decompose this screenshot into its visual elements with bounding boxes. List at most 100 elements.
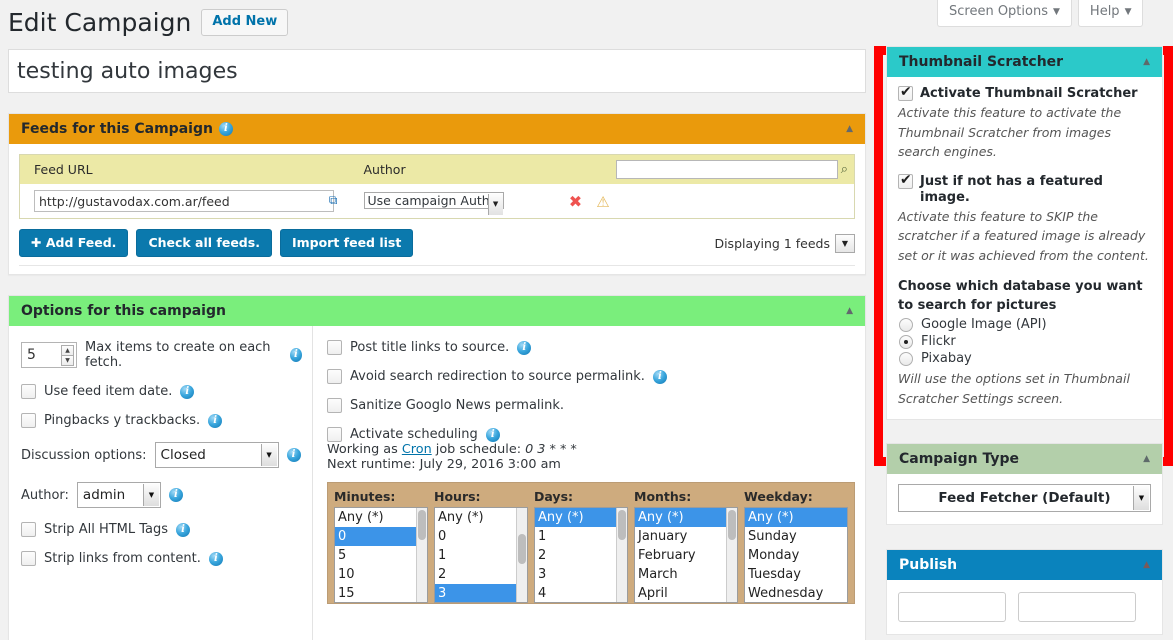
use-feed-item-date-checkbox[interactable]: [21, 384, 36, 399]
info-icon[interactable]: i: [208, 413, 223, 428]
info-icon[interactable]: i: [208, 551, 223, 566]
post-title-links-checkbox[interactable]: [327, 340, 342, 355]
scrollbar[interactable]: [516, 508, 527, 602]
radio-flickr[interactable]: [899, 334, 913, 349]
database-option-pixabay[interactable]: Pixabay: [899, 351, 1151, 366]
radio-google-image[interactable]: [899, 317, 913, 332]
list-item[interactable]: April: [635, 584, 737, 602]
activate-thumbnail-scratcher-row[interactable]: Activate Thumbnail Scratcher: [898, 84, 1151, 102]
stepper-up-icon[interactable]: ▲: [61, 345, 74, 355]
delete-feed-icon[interactable]: ✖: [569, 192, 582, 211]
list-item[interactable]: Any (*): [335, 508, 427, 527]
scrollbar[interactable]: [616, 508, 627, 602]
collapse-toggle-icon[interactable]: ▲: [1143, 560, 1150, 570]
stepper-down-icon[interactable]: ▼: [61, 355, 74, 366]
list-item[interactable]: 10: [335, 565, 427, 584]
thumbnail-scratcher-header[interactable]: Thumbnail Scratcher ▲: [887, 47, 1162, 77]
scrollbar-thumb[interactable]: [418, 510, 426, 540]
scrollbar[interactable]: [416, 508, 427, 602]
collapse-toggle-icon[interactable]: ▲: [846, 306, 853, 316]
info-icon[interactable]: i: [517, 340, 532, 355]
strip-html-checkbox[interactable]: [21, 522, 36, 537]
cron-days-list[interactable]: Any (*) 1 2 3 4: [534, 507, 628, 603]
feed-author-select[interactable]: Use campaign Author: [363, 192, 504, 209]
list-item[interactable]: 3: [535, 565, 627, 584]
publish-header[interactable]: Publish ▲: [887, 550, 1162, 580]
post-title-links-row[interactable]: Post title links to source. i: [327, 340, 855, 355]
info-icon[interactable]: i: [168, 488, 183, 502]
feed-url-input[interactable]: [34, 190, 334, 212]
external-link-icon[interactable]: ⧉: [329, 193, 338, 208]
list-item[interactable]: 5: [335, 546, 427, 565]
database-option-google[interactable]: Google Image (API): [899, 317, 1151, 332]
add-new-button[interactable]: Add New: [201, 9, 289, 36]
info-icon[interactable]: i: [652, 369, 667, 384]
search-icon[interactable]: ⌕: [841, 162, 848, 177]
list-item[interactable]: Any (*): [745, 508, 847, 527]
publish-action-button-right[interactable]: [1018, 592, 1136, 622]
list-item[interactable]: 0: [435, 527, 527, 546]
list-item[interactable]: 1: [535, 527, 627, 546]
cron-minutes-list[interactable]: Any (*) 0 5 10 15: [334, 507, 428, 603]
collapse-toggle-icon[interactable]: ▲: [1143, 454, 1150, 464]
list-item[interactable]: 3: [435, 584, 527, 602]
publish-action-button-left[interactable]: [898, 592, 1006, 622]
cron-months-list[interactable]: Any (*) January February March April: [634, 507, 738, 603]
list-item[interactable]: 2: [435, 565, 527, 584]
avoid-redirect-checkbox[interactable]: [327, 369, 342, 384]
list-item[interactable]: 15: [335, 584, 427, 602]
list-item[interactable]: Monday: [745, 546, 847, 565]
import-feed-list-button[interactable]: Import feed list: [279, 229, 414, 257]
list-item[interactable]: March: [635, 565, 737, 584]
author-select[interactable]: admin ▼: [76, 482, 161, 508]
info-icon[interactable]: i: [180, 384, 195, 399]
info-icon[interactable]: i: [286, 448, 301, 462]
scrollbar[interactable]: [726, 508, 737, 602]
list-item[interactable]: February: [635, 546, 737, 565]
info-icon[interactable]: i: [218, 121, 233, 136]
campaign-type-header[interactable]: Campaign Type ▲: [887, 444, 1162, 474]
screen-options-button[interactable]: Screen Options ▼: [937, 0, 1072, 27]
activate-thumbnail-scratcher-checkbox[interactable]: [898, 84, 913, 101]
list-item[interactable]: 1: [435, 546, 527, 565]
cron-weekday-list[interactable]: Any (*) Sunday Monday Tuesday Wednesday: [744, 507, 848, 603]
feeds-pagination-dropdown[interactable]: ▼: [835, 233, 855, 253]
list-item[interactable]: 4: [535, 584, 627, 602]
use-feed-item-date-row[interactable]: Use feed item date. i: [21, 384, 302, 399]
info-icon[interactable]: i: [289, 348, 302, 362]
list-item[interactable]: Any (*): [535, 508, 627, 527]
sanitize-google-checkbox[interactable]: [327, 398, 342, 413]
scrollbar-thumb[interactable]: [518, 534, 526, 564]
avoid-redirect-row[interactable]: Avoid search redirection to source perma…: [327, 369, 855, 384]
list-item[interactable]: 0: [335, 527, 427, 546]
featured-image-checkbox[interactable]: [898, 172, 913, 189]
pingbacks-checkbox[interactable]: [21, 413, 36, 428]
help-button[interactable]: Help ▼: [1077, 0, 1144, 27]
cron-hours-list[interactable]: Any (*) 0 1 2 3: [434, 507, 528, 603]
strip-html-row[interactable]: Strip All HTML Tags i: [21, 522, 302, 537]
strip-links-row[interactable]: Strip links from content. i: [21, 551, 302, 566]
list-item[interactable]: Sunday: [745, 527, 847, 546]
radio-pixabay[interactable]: [899, 351, 913, 366]
pingbacks-row[interactable]: Pingbacks y trackbacks. i: [21, 413, 302, 428]
list-item[interactable]: Tuesday: [745, 565, 847, 584]
scrollbar-thumb[interactable]: [728, 510, 736, 540]
check-all-feeds-button[interactable]: Check all feeds.: [136, 229, 272, 257]
list-item[interactable]: Any (*): [635, 508, 737, 527]
campaign-title-input[interactable]: [8, 49, 866, 93]
warning-icon[interactable]: ⚠: [596, 193, 609, 211]
database-option-flickr[interactable]: Flickr: [899, 334, 1151, 349]
scrollbar-thumb[interactable]: [618, 510, 626, 540]
list-item[interactable]: Wednesday: [745, 584, 847, 602]
campaign-type-select[interactable]: Feed Fetcher (Default) ▼: [898, 484, 1151, 512]
feeds-metabox-header[interactable]: Feeds for this Campaign i ▲: [9, 114, 865, 144]
sanitize-google-row[interactable]: Sanitize Googlo News permalink.: [327, 398, 855, 413]
list-item[interactable]: January: [635, 527, 737, 546]
feeds-search-input[interactable]: [615, 160, 838, 179]
collapse-toggle-icon[interactable]: ▲: [846, 124, 853, 134]
options-metabox-header[interactable]: Options for this campaign ▲: [9, 296, 865, 326]
discussion-options-select[interactable]: Closed ▼: [154, 442, 279, 468]
activate-scheduling-checkbox[interactable]: [327, 427, 342, 442]
max-items-stepper[interactable]: ▲ ▼: [61, 345, 74, 366]
featured-image-row[interactable]: Just if not has a featured image.: [898, 172, 1151, 206]
